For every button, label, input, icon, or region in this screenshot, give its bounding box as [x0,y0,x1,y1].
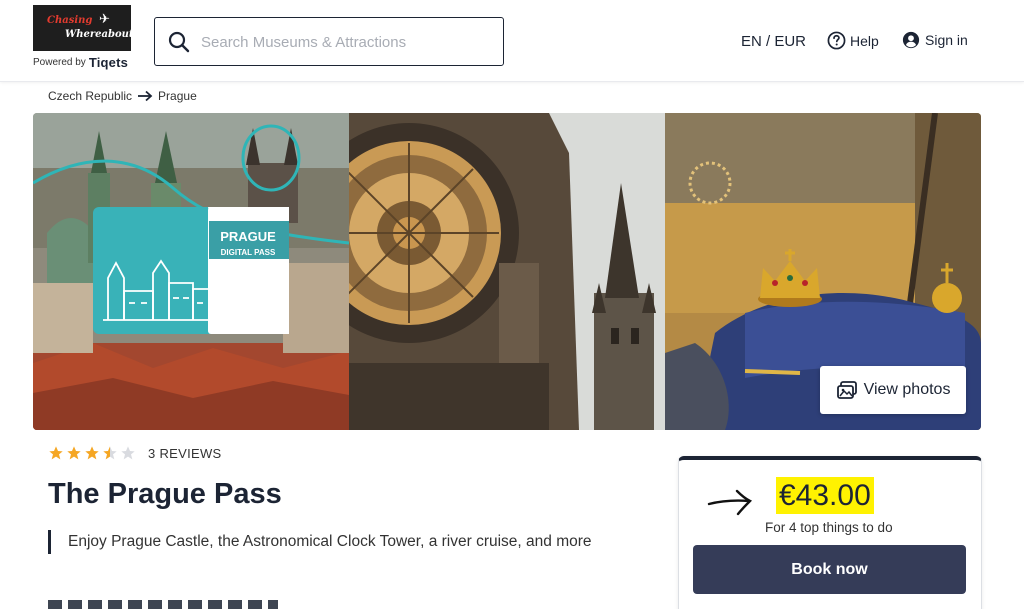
star-full-icon [67,446,81,460]
powered-by-brand[interactable]: Tiqets [89,55,128,70]
sign-in-link[interactable]: Sign in [902,31,968,49]
powered-by: Powered by Tiqets [33,55,128,70]
search-input[interactable] [201,28,491,56]
price-caption: For 4 top things to do [765,520,893,535]
view-photos-label: View photos [863,381,951,398]
photos-icon [836,381,857,399]
breadcrumb-country[interactable]: Czech Republic [48,89,132,103]
search-box[interactable] [154,17,504,66]
gallery-photo-prague-pass[interactable]: PRAGUE DIGITAL PASS [33,113,349,430]
pass-card-title: PRAGUE [220,229,276,244]
book-now-button[interactable]: Book now [693,545,966,594]
help-label: Help [850,32,879,49]
section-heading-partial [48,600,278,609]
help-icon [827,31,846,50]
astronomical-clock-image [349,113,665,430]
product-subtitle: Enjoy Prague Castle, the Astronomical Cl… [48,530,592,554]
prague-skyline-image: PRAGUE DIGITAL PASS [33,113,349,430]
logo-line-2: Whereabouts [65,29,140,40]
help-link[interactable]: Help [827,31,879,50]
gallery-photo-astronomical-clock[interactable] [349,113,665,430]
logo-line-1: Chasing [47,15,93,26]
breadcrumb: Czech Republic Prague [48,89,197,103]
view-photos-button[interactable]: View photos [820,366,966,414]
hand-drawn-arrow-icon [707,489,753,516]
top-header: Chasing ✈ Whereabouts Powered by Tiqets … [0,0,1024,82]
star-rating [48,445,136,461]
sign-in-label: Sign in [925,32,968,48]
site-logo[interactable]: Chasing ✈ Whereabouts [33,5,139,51]
star-full-icon [85,446,99,460]
language-currency-selector[interactable]: EN / EUR [741,33,806,50]
arrow-right-icon [138,90,153,102]
star-half-icon [103,446,117,460]
powered-by-label: Powered by [33,57,86,68]
search-icon [168,31,190,53]
pass-card-subtitle: DIGITAL PASS [221,248,276,257]
breadcrumb-city[interactable]: Prague [158,89,197,103]
user-icon [902,31,920,49]
airplane-icon: ✈ [99,11,110,26]
product-title: The Prague Pass [48,478,282,510]
star-empty-icon [121,446,135,460]
reviews-count[interactable]: 3 REVIEWS [148,446,222,461]
star-full-icon [49,446,63,460]
price-value: €43.00 [776,477,874,514]
rating-row[interactable]: 3 REVIEWS [48,445,222,461]
